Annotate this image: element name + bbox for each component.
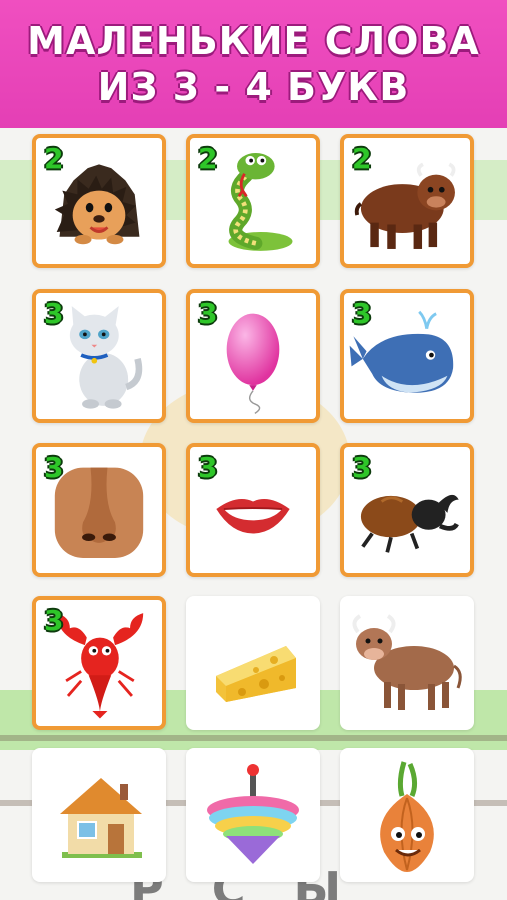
stars-badge: 2 xyxy=(44,142,64,175)
word-card[interactable] xyxy=(186,748,320,882)
stars-badge: 2 xyxy=(352,142,372,175)
word-card[interactable]: 2 xyxy=(186,134,320,268)
cheese-icon xyxy=(216,646,296,702)
word-card[interactable]: 3 xyxy=(186,289,320,423)
house-icon xyxy=(60,778,142,858)
stars-badge: 3 xyxy=(44,604,64,637)
spinning-top-icon xyxy=(207,764,299,864)
word-card[interactable]: 2 xyxy=(340,134,474,268)
word-card[interactable] xyxy=(340,596,474,730)
word-card[interactable]: 3 xyxy=(32,289,166,423)
word-card[interactable] xyxy=(186,596,320,730)
word-card[interactable]: 2 xyxy=(32,134,166,268)
stars-badge: 3 xyxy=(352,297,372,330)
stars-badge: 2 xyxy=(198,142,218,175)
stars-badge: 3 xyxy=(44,451,64,484)
word-card[interactable] xyxy=(340,748,474,882)
word-card[interactable]: 3 xyxy=(340,289,474,423)
word-card[interactable]: 3 xyxy=(32,443,166,577)
stars-badge: 3 xyxy=(352,451,372,484)
onion-icon xyxy=(380,761,434,872)
stars-badge: 3 xyxy=(44,297,64,330)
stars-badge: 3 xyxy=(198,297,218,330)
word-card[interactable]: 3 xyxy=(186,443,320,577)
word-grid: 2 2 2 3 3 3 3 3 3 3 xyxy=(0,0,507,900)
word-card[interactable]: 3 xyxy=(340,443,474,577)
word-card[interactable]: 3 xyxy=(32,596,166,730)
word-card[interactable] xyxy=(32,748,166,882)
bull-icon xyxy=(352,614,462,710)
stars-badge: 3 xyxy=(198,451,218,484)
